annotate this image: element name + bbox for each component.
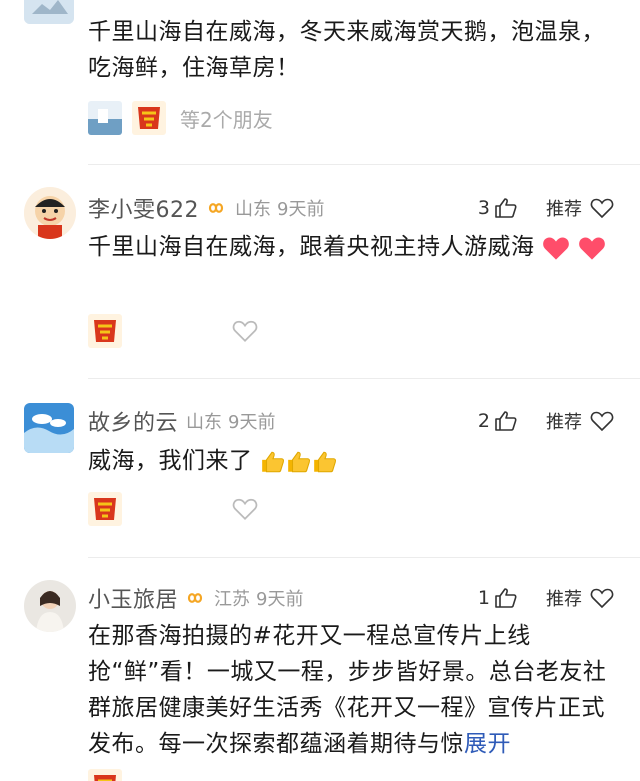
avatar[interactable] — [24, 580, 76, 632]
comment-feed: 千里山海自在威海，冬天来威海赏天鹅，泡温泉，吃海鲜，住海草房！ 等2个朋友 李小… — [0, 0, 640, 781]
comment-text: 千里山海自在威海，冬天来威海赏天鹅，泡温泉，吃海鲜，住海草房！ — [88, 14, 608, 86]
expand-link[interactable]: 展开 — [464, 731, 511, 757]
recommend-label[interactable]: 推荐 — [546, 195, 582, 221]
comment-actions: 1 推荐 — [478, 580, 614, 616]
reactions-row — [88, 489, 258, 529]
comment-item-2: 故乡的云 山东 9天前 2 推荐 威海，我们来了 — [0, 379, 640, 551]
thumb-up-icon[interactable] — [494, 586, 518, 610]
comment-text: 千里山海自在威海，跟着央视主持人游威海 — [88, 229, 608, 265]
avatar[interactable] — [24, 187, 76, 239]
comment-item-3: 小玉旅居 江苏 9天前 1 推荐 在那香海拍摄的#花开又一程总宣传片上线 抢“鲜”… — [0, 558, 640, 781]
comment-meta: 江苏 9天前 — [214, 585, 303, 611]
time-text: 9天前 — [228, 412, 276, 433]
avatar[interactable] — [88, 314, 122, 348]
reactions-row — [88, 766, 132, 781]
avatar[interactable] — [88, 492, 122, 526]
comment-meta: 山东 9天前 — [186, 408, 275, 434]
location-text: 山东 — [186, 412, 223, 433]
thumb-up-icon[interactable] — [494, 196, 518, 220]
comment-text: 威海，我们来了 — [88, 443, 608, 479]
comment-text-content: 在那香海拍摄的#花开又一程总宣传片上线 抢“鲜”看！一城又一程，步步皆好景。总台… — [88, 623, 607, 757]
comment-item-1: 李小雯622 山东 9天前 3 推荐 千里山海自在威海，跟着央视主持人游威海 — [0, 165, 640, 370]
like-count: 2 — [477, 410, 490, 432]
like-count: 3 — [477, 197, 490, 219]
heart-outline-icon[interactable] — [232, 319, 258, 343]
reactions-row: 等2个朋友 — [88, 98, 273, 138]
time-text: 9天前 — [256, 589, 304, 610]
heart-outline-icon[interactable] — [590, 197, 614, 219]
user-name[interactable]: 小玉旅居 — [88, 582, 178, 614]
red-heart-icon — [543, 237, 570, 260]
location-text: 山东 — [235, 199, 271, 220]
red-heart-icon — [579, 237, 605, 260]
thumbs-up-emoji-icon — [314, 451, 337, 472]
avatar[interactable] — [24, 403, 74, 453]
comment-meta: 山东 9天前 — [235, 195, 324, 221]
friends-text: 等2个朋友 — [180, 107, 273, 132]
reactions-row — [88, 311, 258, 351]
infinity-badge-icon — [187, 593, 203, 603]
thumbs-up-emoji-icon — [288, 451, 311, 472]
heart-outline-icon[interactable] — [232, 497, 258, 521]
location-text: 江苏 — [214, 589, 251, 610]
avatar[interactable] — [132, 101, 166, 135]
comment-header: 小玉旅居 江苏 9天前 — [88, 580, 303, 616]
user-name[interactable]: 故乡的云 — [88, 405, 178, 437]
infinity-badge-icon — [208, 203, 224, 213]
avatar[interactable] — [88, 769, 122, 781]
thumbs-up-emoji-icon — [262, 451, 285, 472]
comment-text: 在那香海拍摄的#花开又一程总宣传片上线 抢“鲜”看！一城又一程，步步皆好景。总台… — [88, 618, 608, 762]
comment-item-0: 千里山海自在威海，冬天来威海赏天鹅，泡温泉，吃海鲜，住海草房！ 等2个朋友 — [0, 0, 640, 165]
comment-header: 故乡的云 山东 9天前 — [88, 403, 275, 439]
comment-text-content: 千里山海自在威海，跟着央视主持人游威海 — [88, 234, 535, 260]
time-text: 9天前 — [277, 199, 325, 220]
avatar[interactable] — [24, 0, 74, 24]
comment-header: 李小雯622 山东 9天前 — [88, 190, 324, 226]
comment-text-content: 威海，我们来了 — [88, 448, 253, 474]
comment-text-content: 千里山海自在威海，冬天来威海赏天鹅，泡温泉，吃海鲜，住海草房！ — [88, 19, 605, 81]
comment-actions: 2 推荐 — [478, 403, 614, 439]
avatar[interactable] — [88, 101, 122, 135]
heart-outline-icon[interactable] — [590, 587, 614, 609]
like-count: 1 — [477, 587, 490, 609]
thumb-up-icon[interactable] — [494, 409, 518, 433]
user-name[interactable]: 李小雯622 — [88, 192, 199, 224]
recommend-label[interactable]: 推荐 — [546, 585, 582, 611]
comment-actions: 3 推荐 — [478, 190, 614, 226]
recommend-label[interactable]: 推荐 — [546, 408, 582, 434]
heart-outline-icon[interactable] — [590, 410, 614, 432]
